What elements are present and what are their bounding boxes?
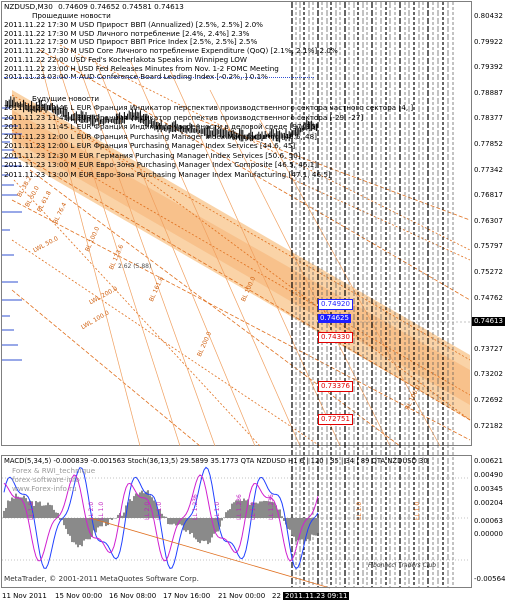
news-future-item: 2011.11.23 12:00 L EUR Франция Purchasin… — [4, 131, 317, 141]
time-label-5: 22 — [272, 592, 281, 600]
price-scale-tick: 0.73727 — [474, 344, 503, 353]
ll-level-label: LL 1.0 — [414, 501, 421, 520]
indicator-scale-tick: 0.00000 — [474, 530, 503, 538]
price-scale-tick: 0.79392 — [474, 63, 503, 72]
price-box-blue-mid: 0.74625 — [318, 314, 351, 323]
news-future-item: 2011.11.23 13:00 M EUR Евро-Зона Purchas… — [4, 169, 331, 179]
ll-level-label: LL 1.0 — [250, 501, 257, 520]
symbol-title: NZDUSD,M30 0.74609 0.74652 0.74581 0.746… — [4, 3, 184, 11]
fibonacci-club-label: Fibonacci Traders Club — [368, 562, 437, 569]
price-scale-tick: 0.78377 — [474, 114, 503, 123]
price-scale-tick: 0.72692 — [474, 396, 503, 404]
ll-level-label: LL 1.0 — [28, 501, 35, 520]
news-past-item: 2011.11.22 22:00 USD Fed's Kocherlakota … — [4, 54, 248, 64]
news-future-item: 2011.11.23 11:45 L EUR Франция Индикатор… — [4, 112, 364, 122]
ll-level-label: LL 1.236 — [192, 494, 199, 520]
price-box-red-a: 0.74330 — [318, 332, 353, 343]
current-price-box: 0.74613 — [472, 317, 505, 326]
ll-level-label: LL 1.0 — [356, 501, 363, 520]
price-scale-tick: 0.78887 — [474, 88, 503, 97]
time-label-current: 2011.11.23 09:11 — [283, 592, 350, 600]
watermark-line-3: www.Forex-info.ru — [12, 484, 77, 493]
news-future-item: 2011.11.23 13:00 M EUR Евро-Зона Purchas… — [4, 160, 318, 169]
time-label-1: 15 Nov 00:00 — [55, 592, 103, 600]
indicator-scale-tick: 0.00063 — [474, 517, 503, 525]
time-label-2: 16 Nov 08:00 — [109, 592, 157, 600]
price-scale-tick: 0.74762 — [474, 293, 503, 302]
time-axis: 11 Nov 2011 15 Nov 00:00 16 Nov 08:00 17… — [0, 589, 507, 600]
price-scale-tick: 0.76307 — [474, 216, 503, 225]
news-past-item: 2011.11.22 17:30 M USD Core Личного потр… — [4, 46, 338, 56]
price-scale-tick: 0.76817 — [474, 191, 503, 200]
ll-level-label: LL 2.0 — [88, 501, 95, 520]
indicator-header: MACD(5,34,5) -0.000839 -0.001563 Stoch(3… — [4, 457, 428, 465]
price-scale-tick: 0.73202 — [474, 370, 503, 379]
news-past-header: Прошедшие новости — [32, 11, 111, 20]
time-label-3: 17 Nov 16:00 — [163, 592, 211, 600]
price-box-red-c: 0.72751 — [318, 414, 353, 425]
indicator-scale-tick: 0.00345 — [474, 485, 503, 493]
copyright-text: MetaTrader, © 2001-2011 MetaQuotes Softw… — [4, 574, 199, 583]
symbol-ohlc: 0.74609 0.74652 0.74581 0.74613 — [58, 2, 184, 11]
news-future-header: Будущие новости — [32, 94, 100, 103]
price-scale-tick: 0.75272 — [474, 268, 503, 276]
metatrader-chart-window: NZDUSD,M30 0.74609 0.74652 0.74581 0.746… — [0, 0, 507, 600]
indicator-scale-tick: -0.00564 — [474, 575, 506, 583]
price-box-blue-top: 0.74920 — [318, 299, 353, 310]
fib-line — [11, 149, 471, 421]
ll-level-label: LL 1.0 — [156, 501, 163, 520]
price-box-red-b: 0.73376 — [318, 381, 353, 392]
time-label-0: 11 Nov 2011 — [2, 592, 47, 600]
price-scale-tick: 0.79922 — [474, 37, 503, 46]
price-scale-tick: 0.75797 — [474, 242, 503, 251]
indicator-scale-tick: 0.00204 — [474, 499, 503, 507]
price-scale-tick: 0.80432 — [474, 12, 503, 20]
watermark-line-2: forex-software-info — [12, 475, 80, 484]
time-label-4: 21 Nov 00:00 — [218, 592, 266, 600]
price-scale-tick: 0.77342 — [474, 165, 503, 174]
ll-level-label: LL 1.236 — [268, 494, 275, 520]
ll-level-label: LL 1.0 — [98, 501, 105, 520]
ll-level-label: LL 1.0 — [214, 501, 221, 520]
news-future-item: 2011.11.23 12:00 L EUR Франция Purchasin… — [4, 141, 296, 150]
indicator-scale-tick: 0.00621 — [474, 457, 503, 465]
watermark-line-1: Forex & RWI_technique — [12, 466, 96, 475]
indicator-scale-tick: 0.00490 — [474, 471, 503, 479]
news-future-item: 2011.11.23 12:30 M EUR Германия Purchasi… — [4, 150, 301, 160]
news-past-item: 2011.11.22 17:30 M USD Прирост ВВП (Annu… — [4, 20, 264, 29]
news-future-item: 2011.11.23 11:45 L EUR Франция Индикатор… — [4, 122, 319, 131]
selected-news-highlight — [4, 77, 314, 78]
symbol-name: NZDUSD,M30 — [4, 2, 53, 11]
price-scale-tick: 0.77852 — [474, 140, 503, 148]
fib-level-label: 2.62 (5.88) — [118, 263, 152, 270]
ll-level-label: LL 2.0 — [144, 501, 151, 520]
news-future-item: 2011.11.23 11:45 L EUR Франция Индикатор… — [4, 103, 414, 112]
ll-level-label: LL 1.236 — [236, 494, 243, 520]
price-scale-tick: 0.72182 — [474, 421, 503, 430]
